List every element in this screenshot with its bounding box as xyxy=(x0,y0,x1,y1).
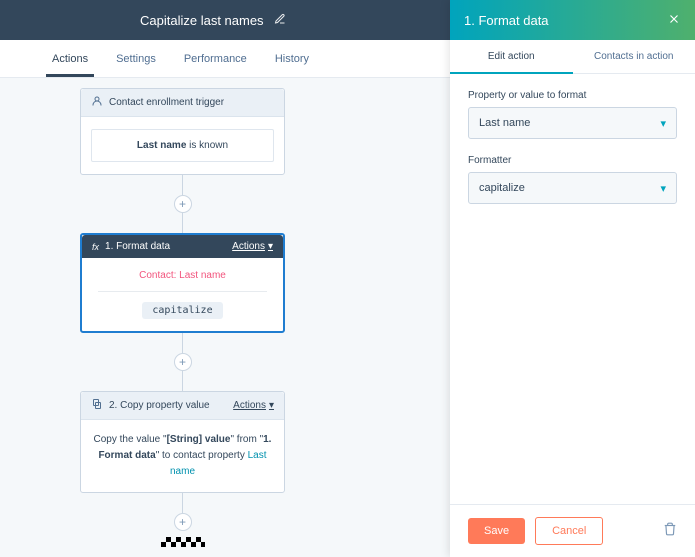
add-step-button[interactable]: + xyxy=(174,353,192,371)
add-step-button[interactable]: + xyxy=(174,195,192,213)
copy-property-card[interactable]: 2. Copy property value Actions ▾ Copy th… xyxy=(80,391,285,493)
edit-title-icon[interactable] xyxy=(274,13,286,28)
trigger-card-body: Last name is known xyxy=(81,117,284,174)
connector xyxy=(182,493,183,513)
copy-property-header: 2. Copy property value Actions ▾ xyxy=(81,392,284,420)
copy-icon xyxy=(91,398,103,413)
desc-value-token: [String] value xyxy=(167,434,231,445)
copy-property-actions-menu[interactable]: Actions ▾ xyxy=(233,400,274,411)
formatter-select-value: capitalize xyxy=(479,182,525,194)
delete-icon[interactable] xyxy=(663,522,677,541)
add-step-button[interactable]: + xyxy=(174,513,192,531)
tab-history[interactable]: History xyxy=(261,40,323,77)
trigger-condition-text: is known xyxy=(189,140,228,151)
cancel-button[interactable]: Cancel xyxy=(535,517,603,545)
trigger-condition: Last name is known xyxy=(91,129,274,162)
caret-down-icon: ▾ xyxy=(268,241,273,252)
workflow-flow: Contact enrollment trigger Last name is … xyxy=(80,88,285,547)
property-field-label: Property or value to format xyxy=(468,90,677,101)
contact-icon xyxy=(91,95,103,110)
panel-tab-edit-action[interactable]: Edit action xyxy=(450,40,573,73)
format-data-actions-menu[interactable]: Actions ▾ xyxy=(232,241,273,252)
caret-down-icon: ▾ xyxy=(660,117,666,130)
contact-property-token: Contact: Last name xyxy=(92,270,273,281)
tab-settings[interactable]: Settings xyxy=(102,40,170,77)
panel-body: Property or value to format Last name ▾ … xyxy=(450,74,695,504)
property-select[interactable]: Last name ▾ xyxy=(468,107,677,139)
panel-tabs: Edit action Contacts in action xyxy=(450,40,695,74)
copy-property-title: 2. Copy property value xyxy=(109,400,210,411)
formatter-select[interactable]: capitalize ▾ xyxy=(468,172,677,204)
panel-title: 1. Format data xyxy=(464,13,549,28)
actions-label: Actions xyxy=(233,400,266,411)
desc-suffix: " to contact property xyxy=(156,450,248,461)
panel-header: 1. Format data xyxy=(450,0,695,40)
close-icon[interactable] xyxy=(667,12,681,29)
formatter-pill: capitalize xyxy=(142,302,222,319)
copy-property-body: Copy the value "[String] value" from "1.… xyxy=(81,420,284,492)
tab-actions[interactable]: Actions xyxy=(38,40,102,77)
format-data-header: fx 1. Format data Actions ▾ xyxy=(82,235,283,258)
trigger-header-text: Contact enrollment trigger xyxy=(109,97,224,108)
separator xyxy=(98,291,267,292)
connector xyxy=(182,175,183,195)
caret-down-icon: ▾ xyxy=(269,400,274,411)
property-select-value: Last name xyxy=(479,117,530,129)
caret-down-icon: ▾ xyxy=(660,182,666,195)
panel-tab-contacts-in-action[interactable]: Contacts in action xyxy=(573,40,695,73)
format-data-title: 1. Format data xyxy=(105,241,170,252)
trigger-property: Last name xyxy=(137,140,186,151)
workflow-title: Capitalize last names xyxy=(140,13,264,28)
format-data-body: Contact: Last name capitalize xyxy=(82,258,283,331)
connector xyxy=(182,333,183,353)
save-button[interactable]: Save xyxy=(468,518,525,544)
connector xyxy=(182,371,183,391)
trigger-card[interactable]: Contact enrollment trigger Last name is … xyxy=(80,88,285,175)
desc-middle: " from " xyxy=(230,434,263,445)
function-icon: fx xyxy=(92,242,99,252)
actions-label: Actions xyxy=(232,241,265,252)
tab-performance[interactable]: Performance xyxy=(170,40,261,77)
action-detail-panel: 1. Format data Edit action Contacts in a… xyxy=(450,0,695,557)
connector xyxy=(182,213,183,233)
panel-footer: Save Cancel xyxy=(450,504,695,557)
copy-property-description: Copy the value "[String] value" from "1.… xyxy=(91,432,274,480)
workflow-end-marker xyxy=(161,537,205,547)
trigger-card-header: Contact enrollment trigger xyxy=(81,89,284,117)
desc-prefix: Copy the value " xyxy=(94,434,167,445)
formatter-field-label: Formatter xyxy=(468,155,677,166)
format-data-card[interactable]: fx 1. Format data Actions ▾ Contact: Las… xyxy=(80,233,285,333)
